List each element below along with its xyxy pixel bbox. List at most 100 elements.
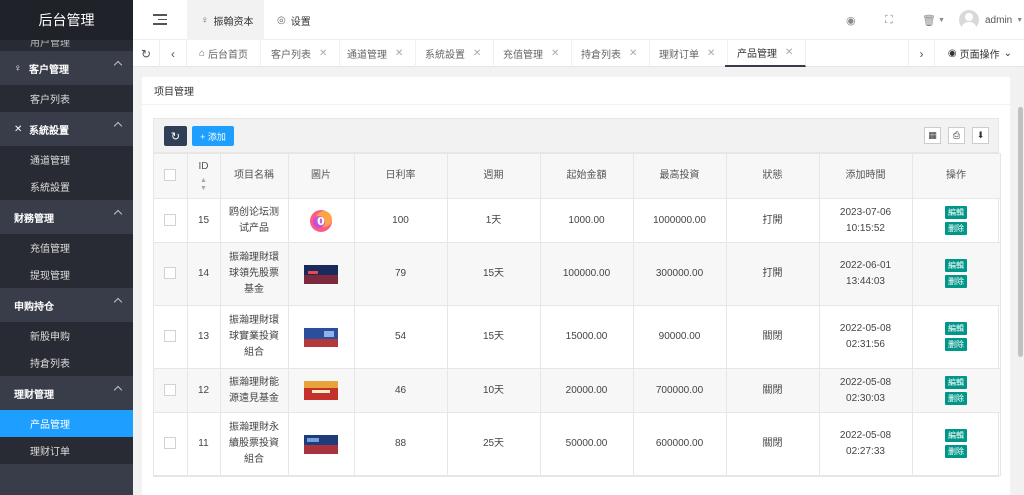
tab-channel[interactable]: 通道管理 ✕ bbox=[335, 40, 417, 67]
tab-products[interactable]: 产品管理 ✕ bbox=[725, 40, 807, 67]
product-table-container: ↻ + 添加 ▦ ⎙ ⬇ ID▲▼ 项目名稱 圖片 日利率 週期 起始金額 bbox=[153, 118, 1001, 477]
add-button[interactable]: + 添加 bbox=[192, 126, 234, 146]
edit-button[interactable]: 編輯 bbox=[945, 429, 967, 442]
sidebar-item-recharge[interactable]: 充值管理 bbox=[0, 234, 133, 261]
edit-button[interactable]: 編輯 bbox=[945, 322, 967, 335]
cell-max: 90000.00 bbox=[632, 305, 727, 369]
close-icon[interactable]: ✕ bbox=[551, 48, 559, 59]
refresh-icon[interactable]: ↻ bbox=[133, 40, 160, 67]
trash-icon[interactable]: 🗑 ▼ bbox=[922, 0, 945, 40]
select-all-checkbox[interactable] bbox=[154, 153, 188, 199]
close-icon[interactable]: ✕ bbox=[473, 48, 481, 59]
chevron-left-icon[interactable]: ‹ bbox=[160, 40, 187, 67]
user-icon: ♀ bbox=[14, 62, 22, 74]
top-header: ♀ 振翰资本 ◎ 设置 ◉ ⛶ 🗑 ▼ admin ▼ bbox=[133, 0, 1024, 40]
theme-icon[interactable]: ◉ bbox=[846, 0, 856, 40]
cross-tools-icon: ✕ bbox=[14, 123, 23, 135]
close-icon[interactable]: ✕ bbox=[707, 48, 715, 59]
sidebar-item-withdraw[interactable]: 提现管理 bbox=[0, 261, 133, 288]
cell-image: 0 bbox=[287, 198, 355, 243]
row-checkbox[interactable] bbox=[154, 305, 188, 369]
cell-rate: 54 bbox=[353, 305, 448, 369]
column-header-max: 最高投資 bbox=[632, 153, 727, 199]
page-tabs-bar: ↻ ‹ ⌂ 后台首页 客户列表 ✕ 通道管理 ✕ 系統設置 ✕ 充值管理 ✕ 持倉列表 ✕ … bbox=[133, 40, 1024, 67]
delete-button[interactable]: 删除 bbox=[945, 221, 967, 235]
tab-system-settings[interactable]: 系統設置 ✕ bbox=[413, 40, 495, 67]
header-tab-capital[interactable]: ♀ 振翰资本 bbox=[187, 0, 264, 40]
user-menu[interactable]: admin ▼ bbox=[959, 0, 1023, 40]
page-operations-menu[interactable]: ◉ 页面操作 ⌄ bbox=[948, 40, 1012, 67]
product-table: ID ▲ ▼ 项目名稱 圖片 日利率 週期 起始金額 最高投資 狀態 添加時間 操作… bbox=[154, 153, 1001, 476]
sidebar: 用户管理 ♀ 客户管理 客户列表 ✕ 系統設置 通道管理 系統設置 财務管理 充值管… bbox=[0, 0, 133, 495]
cell-time: 2022-05-08 02:31:56 bbox=[818, 305, 913, 369]
edit-button[interactable]: 編輯 bbox=[945, 259, 967, 272]
row-checkbox[interactable] bbox=[154, 368, 188, 413]
header-tab-settings[interactable]: ◎ 设置 bbox=[277, 0, 311, 40]
product-thumbnail bbox=[304, 264, 338, 284]
row-checkbox[interactable] bbox=[154, 412, 188, 476]
cell-max: 300000.00 bbox=[632, 242, 727, 306]
table-row: 15 鸥创论坛测试产品 0 100 1天 1000.00 1000000.00 … bbox=[154, 198, 1001, 243]
sidebar-group-subscription[interactable]: 申购持仓 bbox=[0, 288, 133, 322]
cell-image bbox=[287, 242, 355, 306]
target-icon: ◉ bbox=[947, 48, 957, 59]
cell-name: 鸥创论坛测试产品 bbox=[219, 198, 289, 243]
cell-image bbox=[287, 412, 355, 476]
page-scrollbar[interactable] bbox=[1017, 67, 1024, 495]
chevron-right-icon[interactable]: › bbox=[908, 40, 935, 67]
sidebar-item-channel[interactable]: 通道管理 bbox=[0, 146, 133, 173]
table-row: 14 振瀚理財環球領先股票基金 79 15天 100000.00 300000.… bbox=[154, 242, 1001, 306]
sidebar-item-customer-list[interactable]: 客户列表 bbox=[0, 85, 133, 112]
row-checkbox[interactable] bbox=[154, 198, 188, 243]
menu-toggle-icon[interactable] bbox=[153, 14, 167, 26]
sidebar-item-system-settings[interactable]: 系統設置 bbox=[0, 173, 133, 200]
tab-wealth-orders[interactable]: 理财订单 ✕ bbox=[647, 40, 729, 67]
column-header-id[interactable]: ID ▲ ▼ bbox=[186, 153, 221, 199]
tab-recharge[interactable]: 充值管理 ✕ bbox=[491, 40, 573, 67]
close-icon[interactable]: ✕ bbox=[629, 48, 637, 59]
edit-button[interactable]: 編輯 bbox=[945, 375, 967, 389]
tab-holdings[interactable]: 持倉列表 ✕ bbox=[569, 40, 651, 67]
delete-button[interactable]: 删除 bbox=[945, 275, 967, 288]
tab-home[interactable]: ⌂ 后台首页 bbox=[187, 40, 262, 67]
edit-button[interactable]: 編輯 bbox=[945, 205, 967, 219]
sidebar-group-system[interactable]: ✕ 系統設置 bbox=[0, 112, 133, 146]
print-icon[interactable]: ⎙ bbox=[948, 127, 965, 144]
export-icon[interactable]: ⬇ bbox=[972, 127, 989, 144]
cell-min: 1000.00 bbox=[539, 198, 634, 243]
close-icon[interactable]: ✕ bbox=[785, 47, 793, 58]
sidebar-group-customer[interactable]: ♀ 客户管理 bbox=[0, 51, 133, 85]
cell-status: 關閉 bbox=[725, 305, 820, 369]
refresh-button[interactable]: ↻ bbox=[164, 126, 187, 146]
sidebar-item-holdings[interactable]: 持倉列表 bbox=[0, 349, 133, 376]
sidebar-item-wealth-orders[interactable]: 理财订单 bbox=[0, 437, 133, 464]
sidebar-group-finance[interactable]: 财務管理 bbox=[0, 200, 133, 234]
column-header-rate: 日利率 bbox=[353, 153, 448, 199]
cell-actions: 編輯 删除 bbox=[911, 412, 1001, 476]
username: admin bbox=[985, 14, 1013, 26]
cell-actions: 編輯 删除 bbox=[911, 368, 1001, 413]
cell-rate: 100 bbox=[353, 198, 448, 243]
home-icon: ⌂ bbox=[199, 48, 206, 59]
columns-icon[interactable]: ▦ bbox=[924, 127, 941, 144]
sort-icon[interactable]: ▲ ▼ bbox=[188, 177, 220, 193]
delete-button[interactable]: 删除 bbox=[945, 391, 967, 405]
sidebar-item-products[interactable]: 产品管理 bbox=[0, 410, 133, 437]
close-icon[interactable]: ✕ bbox=[319, 48, 327, 59]
delete-button[interactable]: 删除 bbox=[945, 445, 967, 458]
cell-period: 15天 bbox=[446, 305, 541, 369]
sidebar-group-wealth[interactable]: 理财管理 bbox=[0, 376, 133, 410]
cell-actions: 編輯 删除 bbox=[911, 198, 1001, 243]
tab-customer-list[interactable]: 客户列表 ✕ bbox=[259, 40, 341, 67]
cell-id: 13 bbox=[186, 305, 221, 369]
cell-rate: 46 bbox=[353, 368, 448, 413]
sidebar-item-ipo[interactable]: 新股申购 bbox=[0, 322, 133, 349]
settings-icon: ◎ bbox=[277, 14, 286, 26]
caret-down-icon: ▼ bbox=[937, 16, 945, 24]
row-checkbox[interactable] bbox=[154, 242, 188, 306]
fullscreen-icon[interactable]: ⛶ bbox=[885, 0, 893, 40]
delete-button[interactable]: 删除 bbox=[945, 338, 967, 351]
cell-name: 振瀚理財永續股票投資組合 bbox=[219, 412, 289, 476]
cell-name: 振瀚理財環球實業投資組合 bbox=[219, 305, 289, 369]
close-icon[interactable]: ✕ bbox=[395, 48, 403, 59]
